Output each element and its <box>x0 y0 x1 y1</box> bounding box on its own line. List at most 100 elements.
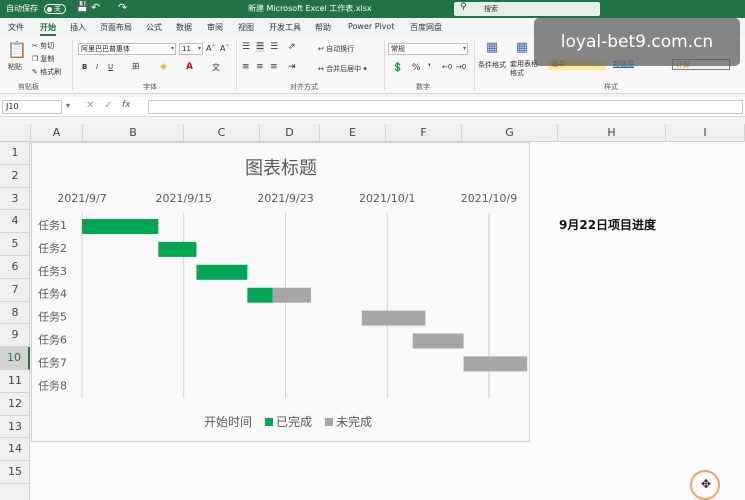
row-header-14[interactable]: 14 <box>0 438 30 462</box>
wrap-text-button[interactable]: ↩ 自动换行 <box>318 44 354 54</box>
conditional-format-icon[interactable]: ▦ <box>482 40 502 56</box>
row-header-2[interactable]: 2 <box>0 165 30 188</box>
row-header-12[interactable]: 12 <box>0 393 30 416</box>
paste-label[interactable]: 粘贴 <box>8 62 22 72</box>
borders-icon[interactable]: ⊞ <box>132 62 140 72</box>
comma-icon[interactable]: ❜ <box>428 63 431 73</box>
enter-icon[interactable]: ✓ <box>104 100 112 111</box>
row-header-10[interactable]: 10 <box>0 347 30 370</box>
y-tick-label: 任务8 <box>38 379 67 392</box>
increase-decimal-icon[interactable]: ←0 <box>442 63 452 71</box>
orientation-icon[interactable]: ⇗ <box>288 42 296 52</box>
tab-view[interactable]: 视图 <box>238 22 254 33</box>
align-bottom-icon[interactable]: ☰ <box>270 42 278 52</box>
column-header-g[interactable]: G <box>462 124 558 142</box>
column-header-c[interactable]: C <box>184 124 260 142</box>
group-divider <box>384 40 385 90</box>
tab-data[interactable]: 数据 <box>176 22 192 33</box>
indent-icon[interactable]: ⇥ <box>288 62 296 72</box>
row-header-3[interactable]: 3 <box>0 188 30 211</box>
column-header-i[interactable]: I <box>666 124 745 142</box>
watermark: loyal-bet9.com.cn <box>534 18 740 66</box>
currency-icon[interactable]: 💲 <box>392 63 403 73</box>
wrap-text-label: 自动换行 <box>326 45 355 53</box>
tab-insert[interactable]: 插入 <box>70 22 86 33</box>
number-format-select[interactable]: 常规 ▾ <box>388 43 468 55</box>
align-right-icon[interactable]: ≡ <box>270 62 278 72</box>
tab-home[interactable]: 开始 <box>40 22 56 36</box>
row-header-7[interactable]: 7 <box>0 279 30 302</box>
copy-button[interactable]: ❐ 复制 <box>32 54 55 64</box>
scissors-icon: ✂ <box>32 42 38 50</box>
tab-developer[interactable]: 开发工具 <box>269 22 301 33</box>
align-top-icon[interactable]: ☰ <box>242 42 250 52</box>
column-header-h[interactable]: H <box>558 124 666 142</box>
formula-input[interactable] <box>148 100 743 114</box>
autosave-state: 关 <box>54 5 61 13</box>
column-header-d[interactable]: D <box>260 124 320 142</box>
window-title: 新建 Microsoft Excel 工作表.xlsx <box>248 4 372 13</box>
row-header-1[interactable]: 1 <box>0 142 30 165</box>
cancel-icon[interactable]: ✕ <box>86 100 94 111</box>
name-box[interactable]: J10 <box>2 100 62 114</box>
bold-icon[interactable]: B <box>82 63 87 71</box>
toggle-knob-icon <box>47 6 52 12</box>
redo-icon[interactable]: ↷ <box>118 1 127 14</box>
align-left-icon[interactable]: ≡ <box>242 62 250 72</box>
tab-baidu-netdisk[interactable]: 百度网盘 <box>410 22 442 33</box>
fill-color-icon[interactable]: ◈ <box>160 62 167 72</box>
name-box-chevron-icon[interactable]: ▾ <box>66 101 70 110</box>
grow-font-icon[interactable]: Aˆ <box>206 44 215 53</box>
font-color-icon[interactable]: A <box>186 62 193 72</box>
percent-icon[interactable]: % <box>412 63 421 73</box>
autosave-toggle[interactable]: 关 <box>44 4 66 14</box>
font-size-select[interactable]: 11 ▾ <box>179 43 203 55</box>
row-header-8[interactable]: 8 <box>0 302 30 325</box>
tab-power-pivot[interactable]: Power Pivot <box>348 22 394 31</box>
group-divider <box>72 40 73 90</box>
decrease-decimal-icon[interactable]: →0 <box>456 63 466 71</box>
row-header-13[interactable]: 13 <box>0 416 30 439</box>
row-header-5[interactable]: 5 <box>0 233 30 256</box>
align-center-icon[interactable]: ≡ <box>256 62 264 72</box>
select-all-corner[interactable] <box>0 124 31 142</box>
format-as-table-icon[interactable]: ▦ <box>512 40 532 56</box>
italic-icon[interactable]: I <box>96 63 98 71</box>
row-header-6[interactable]: 6 <box>0 256 30 279</box>
row-header-4[interactable]: 4 <box>0 210 30 234</box>
tab-file[interactable]: 文件 <box>8 22 24 33</box>
font-name-value: 阿里巴巴普惠体 <box>81 45 130 53</box>
column-header-a[interactable]: A <box>31 124 83 142</box>
save-icon[interactable]: 💾 <box>76 2 88 13</box>
merge-icon: ↔ <box>318 65 324 73</box>
underline-icon[interactable]: U <box>108 63 113 71</box>
row-header-11[interactable]: 11 <box>0 370 30 393</box>
undo-icon[interactable]: ↶ <box>91 1 100 14</box>
row-header-15[interactable]: 15 <box>0 461 30 484</box>
tab-review[interactable]: 审阅 <box>207 22 223 33</box>
format-painter-label: 格式刷 <box>40 68 62 76</box>
tab-formulas[interactable]: 公式 <box>146 22 162 33</box>
cut-button[interactable]: ✂ 剪切 <box>32 41 54 51</box>
search-box[interactable]: ⚲ 搜索 <box>454 2 600 16</box>
shrink-font-icon[interactable]: Aˇ <box>220 44 229 53</box>
paste-icon[interactable]: 📋 <box>6 40 28 60</box>
align-middle-icon[interactable]: ☰ <box>256 42 265 52</box>
font-name-select[interactable]: 阿里巴巴普惠体 ▾ <box>78 43 176 55</box>
phonetic-icon[interactable]: 文 <box>212 62 220 73</box>
progress-note: 9月22日项目进度 <box>559 218 657 232</box>
merge-center-button[interactable]: ↔ 合并后居中 ▾ <box>318 64 367 74</box>
format-painter-button[interactable]: ✎ 格式刷 <box>32 67 61 77</box>
bar-pending <box>361 310 426 326</box>
conditional-format-label[interactable]: 条件格式 <box>478 60 506 70</box>
legend-swatch-completed <box>265 418 273 426</box>
column-header-e[interactable]: E <box>320 124 386 142</box>
insert-function-icon[interactable]: fx <box>122 100 131 110</box>
tab-help[interactable]: 帮助 <box>315 22 331 33</box>
chevron-down-icon: ▾ <box>197 45 201 52</box>
row-header-9[interactable]: 9 <box>0 324 30 348</box>
column-header-f[interactable]: F <box>386 124 462 142</box>
tab-page-layout[interactable]: 页面布局 <box>100 22 132 33</box>
column-header-b[interactable]: B <box>83 124 184 142</box>
gantt-chart[interactable]: 图表标题 2021/9/7 2021/9/15 2021/9/23 2021/10/1 2… <box>31 142 530 442</box>
